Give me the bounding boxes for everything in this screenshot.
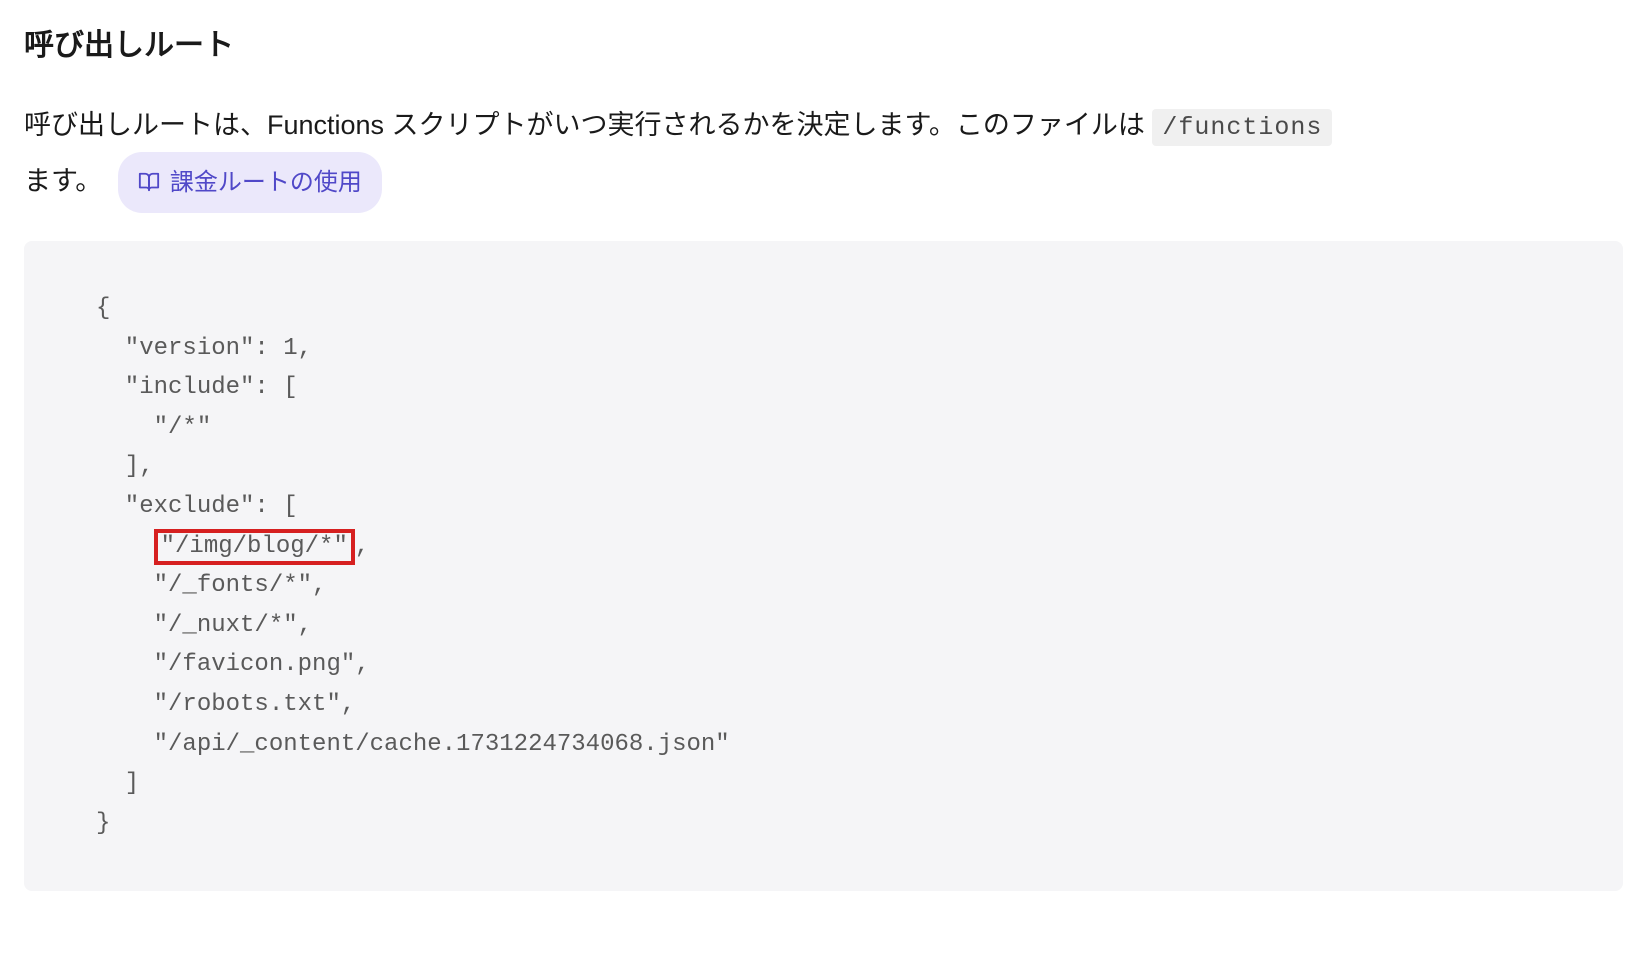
code-line: "/_nuxt/*", [96,612,312,639]
billing-routes-link[interactable]: 課金ルートの使用 [118,152,382,214]
code-line: "/favicon.png", [96,651,370,678]
description-text-2: ます。 [24,165,102,195]
code-line: "/robots.txt", [96,691,355,718]
code-line: "exclude": [ [96,493,298,520]
code-line: } [96,810,110,837]
section-heading: 呼び出しルート [24,20,1623,64]
code-line: ], [96,453,154,480]
code-block: { "version": 1, "include": [ "/*" ], "ex… [24,241,1623,891]
code-line-suffix: , [355,533,369,560]
code-line: "version": 1, [96,335,312,362]
code-line: ] [96,770,139,797]
code-line: "/_fonts/*", [96,572,326,599]
code-line: "include": [ [96,374,298,401]
inline-code-path: /functions [1152,109,1332,146]
code-line: "/api/_content/cache.1731224734068.json" [96,731,730,758]
description-text-1: 呼び出しルートは、Functions スクリプトがいつ実行されるかを決定します。… [24,110,1152,140]
code-line: "/*" [96,414,211,441]
description-paragraph: 呼び出しルートは、Functions スクリプトがいつ実行されるかを決定します。… [24,100,1623,213]
highlighted-code: "/img/blog/*" [154,529,355,566]
link-badge-label: 課金ルートの使用 [170,160,362,206]
code-line: { [96,295,110,322]
book-icon [138,171,160,193]
